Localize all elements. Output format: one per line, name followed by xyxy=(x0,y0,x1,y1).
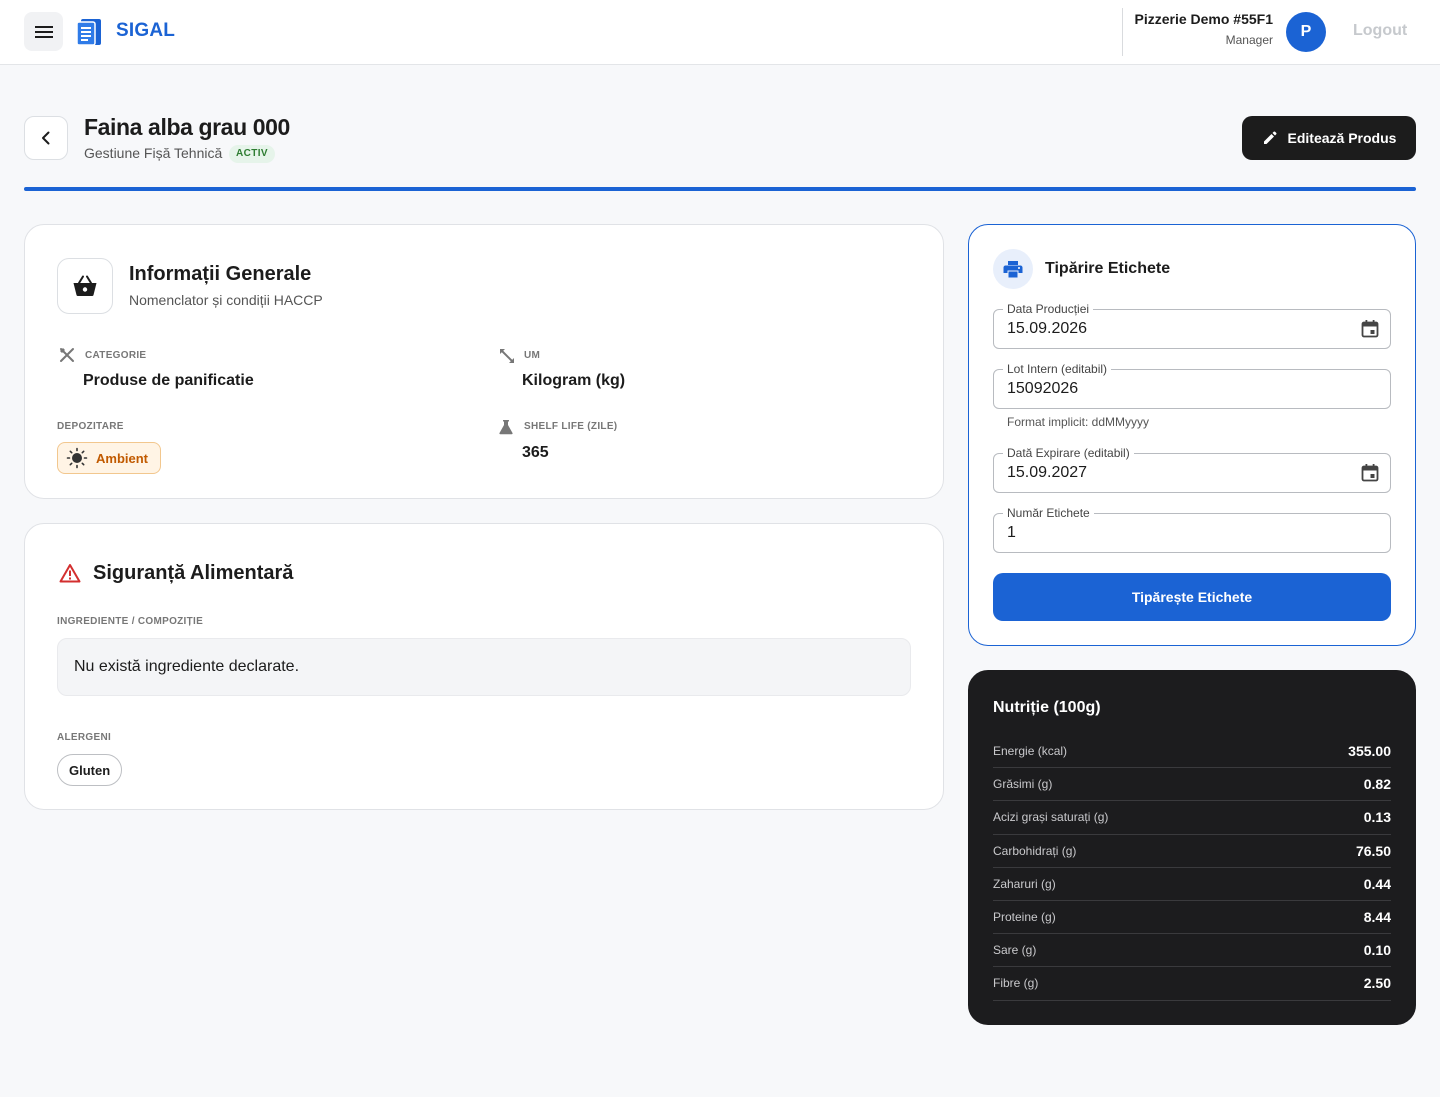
shelf-life-value: 365 xyxy=(522,444,549,461)
print-labels-button[interactable]: Tipărește Etichete xyxy=(993,573,1391,621)
nutrition-value: 0.44 xyxy=(1363,875,1391,892)
print-icon-circle xyxy=(993,249,1033,289)
nutrition-label: Acizi grași saturați (g) xyxy=(993,810,1109,825)
nutrition-value: 76.50 xyxy=(1355,842,1391,859)
nutrition-label: Sare (g) xyxy=(993,943,1037,958)
header-accent-line xyxy=(24,187,1416,191)
edit-product-label: Editează Produs xyxy=(1287,130,1397,146)
food-safety-card: Siguranță Alimentară INGREDIENTE / COMPO… xyxy=(24,523,944,810)
nutrition-row-protein: Proteine (g) 8.44 xyxy=(993,901,1391,935)
utensils-icon xyxy=(60,348,74,362)
user-name: Pizzerie Demo #55F1 xyxy=(1134,11,1273,27)
food-safety-title: Siguranță Alimentară xyxy=(93,562,294,584)
label-count-field[interactable]: Număr Etichete 1 xyxy=(993,506,1391,553)
general-info-title: Informații Generale xyxy=(129,263,312,285)
nutrition-label: Zaharuri (g) xyxy=(993,876,1056,891)
um-label: UM xyxy=(524,350,541,361)
edit-product-button[interactable]: Editează Produs xyxy=(1242,116,1416,160)
nutrition-label: Carbohidrați (g) xyxy=(993,843,1077,858)
nutrition-row-fiber: Fibre (g) 2.50 xyxy=(993,967,1391,1001)
production-date-field[interactable]: Data Producției 15.09.2026 xyxy=(993,302,1391,349)
ingredients-label: INGREDIENTE / COMPOZIȚIE xyxy=(57,616,204,627)
ingredients-box: Nu există ingrediente declarate. xyxy=(57,638,911,696)
expiry-date-field[interactable]: Dată Expirare (editabil) 15.09.2027 xyxy=(993,446,1391,493)
shelf-life-label: SHELF LIFE (ZILE) xyxy=(524,421,618,432)
general-icon-box xyxy=(57,258,113,314)
expiry-date-label: Dată Expirare (editabil) xyxy=(1003,446,1134,460)
nutrition-label: Energie (kcal) xyxy=(993,744,1068,759)
nutrition-value: 0.82 xyxy=(1363,776,1391,793)
flask-icon xyxy=(499,420,513,435)
storage-value: Ambient xyxy=(96,450,148,466)
internal-lot-label: Lot Intern (editabil) xyxy=(1003,362,1112,376)
logout-button[interactable]: Logout xyxy=(1353,22,1407,40)
nutrition-label: Grăsimi (g) xyxy=(993,777,1053,792)
label-count-label: Număr Etichete xyxy=(1003,506,1094,520)
print-labels-title: Tipărire Etichete xyxy=(1045,260,1171,277)
resize-arrows-icon xyxy=(500,349,514,363)
expiry-date-value: 15.09.2027 xyxy=(1007,464,1088,481)
nutrition-value: 8.44 xyxy=(1363,909,1391,926)
allergens-label: ALERGENI xyxy=(57,732,112,743)
um-value: Kilogram (kg) xyxy=(522,372,626,389)
avatar[interactable]: P xyxy=(1286,12,1326,52)
shopping-basket-icon xyxy=(73,275,97,296)
nutrition-label: Fibre (g) xyxy=(993,976,1039,991)
production-date-label: Data Producției xyxy=(1003,302,1094,316)
nutrition-row-saturated-fat: Acizi grași saturați (g) 0.13 xyxy=(993,801,1391,835)
nutrition-row-salt: Sare (g) 0.10 xyxy=(993,934,1391,968)
document-logo-icon xyxy=(76,19,101,46)
general-info-subtitle: Nomenclator și condiții HACCP xyxy=(129,292,323,308)
brand-name[interactable]: SIGAL xyxy=(116,20,175,42)
print-labels-card: Tipărire Etichete Data Producției 15.09.… xyxy=(968,224,1416,646)
top-bar: SIGAL Pizzerie Demo #55F1 Manager P Logo… xyxy=(0,0,1440,65)
calendar-icon[interactable] xyxy=(1360,319,1380,339)
nutrition-label: Proteine (g) xyxy=(993,910,1056,925)
nutrition-value: 0.13 xyxy=(1363,809,1391,826)
header-divider xyxy=(1122,8,1123,56)
lot-format-hint: Format implicit: ddMMyyyy xyxy=(1007,415,1150,429)
sun-icon xyxy=(66,447,88,469)
page-title: Faina alba grau 000 xyxy=(84,114,290,140)
storage-label: DEPOZITARE xyxy=(57,421,124,432)
label-count-value: 1 xyxy=(1007,524,1016,541)
back-button[interactable] xyxy=(24,116,68,160)
category-label: CATEGORIE xyxy=(85,350,147,361)
nutrition-card: Nutriție (100g) Energie (kcal) 355.00 Gr… xyxy=(968,670,1416,1025)
pencil-icon xyxy=(1263,131,1277,144)
nutrition-row-energy: Energie (kcal) 355.00 xyxy=(993,735,1391,769)
page-subtitle: Gestiune Fișă Tehnică xyxy=(84,145,223,161)
status-badge: ACTIV xyxy=(229,145,275,163)
user-role: Manager xyxy=(1225,33,1273,47)
printer-icon xyxy=(1003,261,1023,278)
chevron-left-icon xyxy=(42,131,50,145)
general-info-card: Informații Generale Nomenclator și condi… xyxy=(24,224,944,499)
nutrition-value: 2.50 xyxy=(1363,975,1391,992)
nutrition-title: Nutriție (100g) xyxy=(993,699,1101,716)
storage-chip: Ambient xyxy=(57,442,161,474)
nutrition-value: 355.00 xyxy=(1348,743,1391,760)
nutrition-value: 0.10 xyxy=(1363,942,1391,959)
nutrition-row-sugars: Zaharuri (g) 0.44 xyxy=(993,868,1391,901)
internal-lot-field[interactable]: Lot Intern (editabil) 15092026 xyxy=(993,362,1391,409)
category-value: Produse de panificatie xyxy=(83,372,254,389)
internal-lot-value: 15092026 xyxy=(1007,380,1079,397)
calendar-icon[interactable] xyxy=(1360,463,1380,483)
production-date-value: 15.09.2026 xyxy=(1007,320,1088,337)
nutrition-row-fat: Grăsimi (g) 0.82 xyxy=(993,768,1391,802)
menu-button[interactable] xyxy=(24,12,63,51)
allergen-chip[interactable]: Gluten xyxy=(57,754,123,786)
nutrition-list: Energie (kcal) 355.00 Grăsimi (g) 0.82 A… xyxy=(993,735,1391,1001)
menu-icon xyxy=(34,25,53,38)
warning-triangle-icon xyxy=(59,564,81,583)
nutrition-row-carbohydrates: Carbohidrați (g) 76.50 xyxy=(993,835,1391,868)
